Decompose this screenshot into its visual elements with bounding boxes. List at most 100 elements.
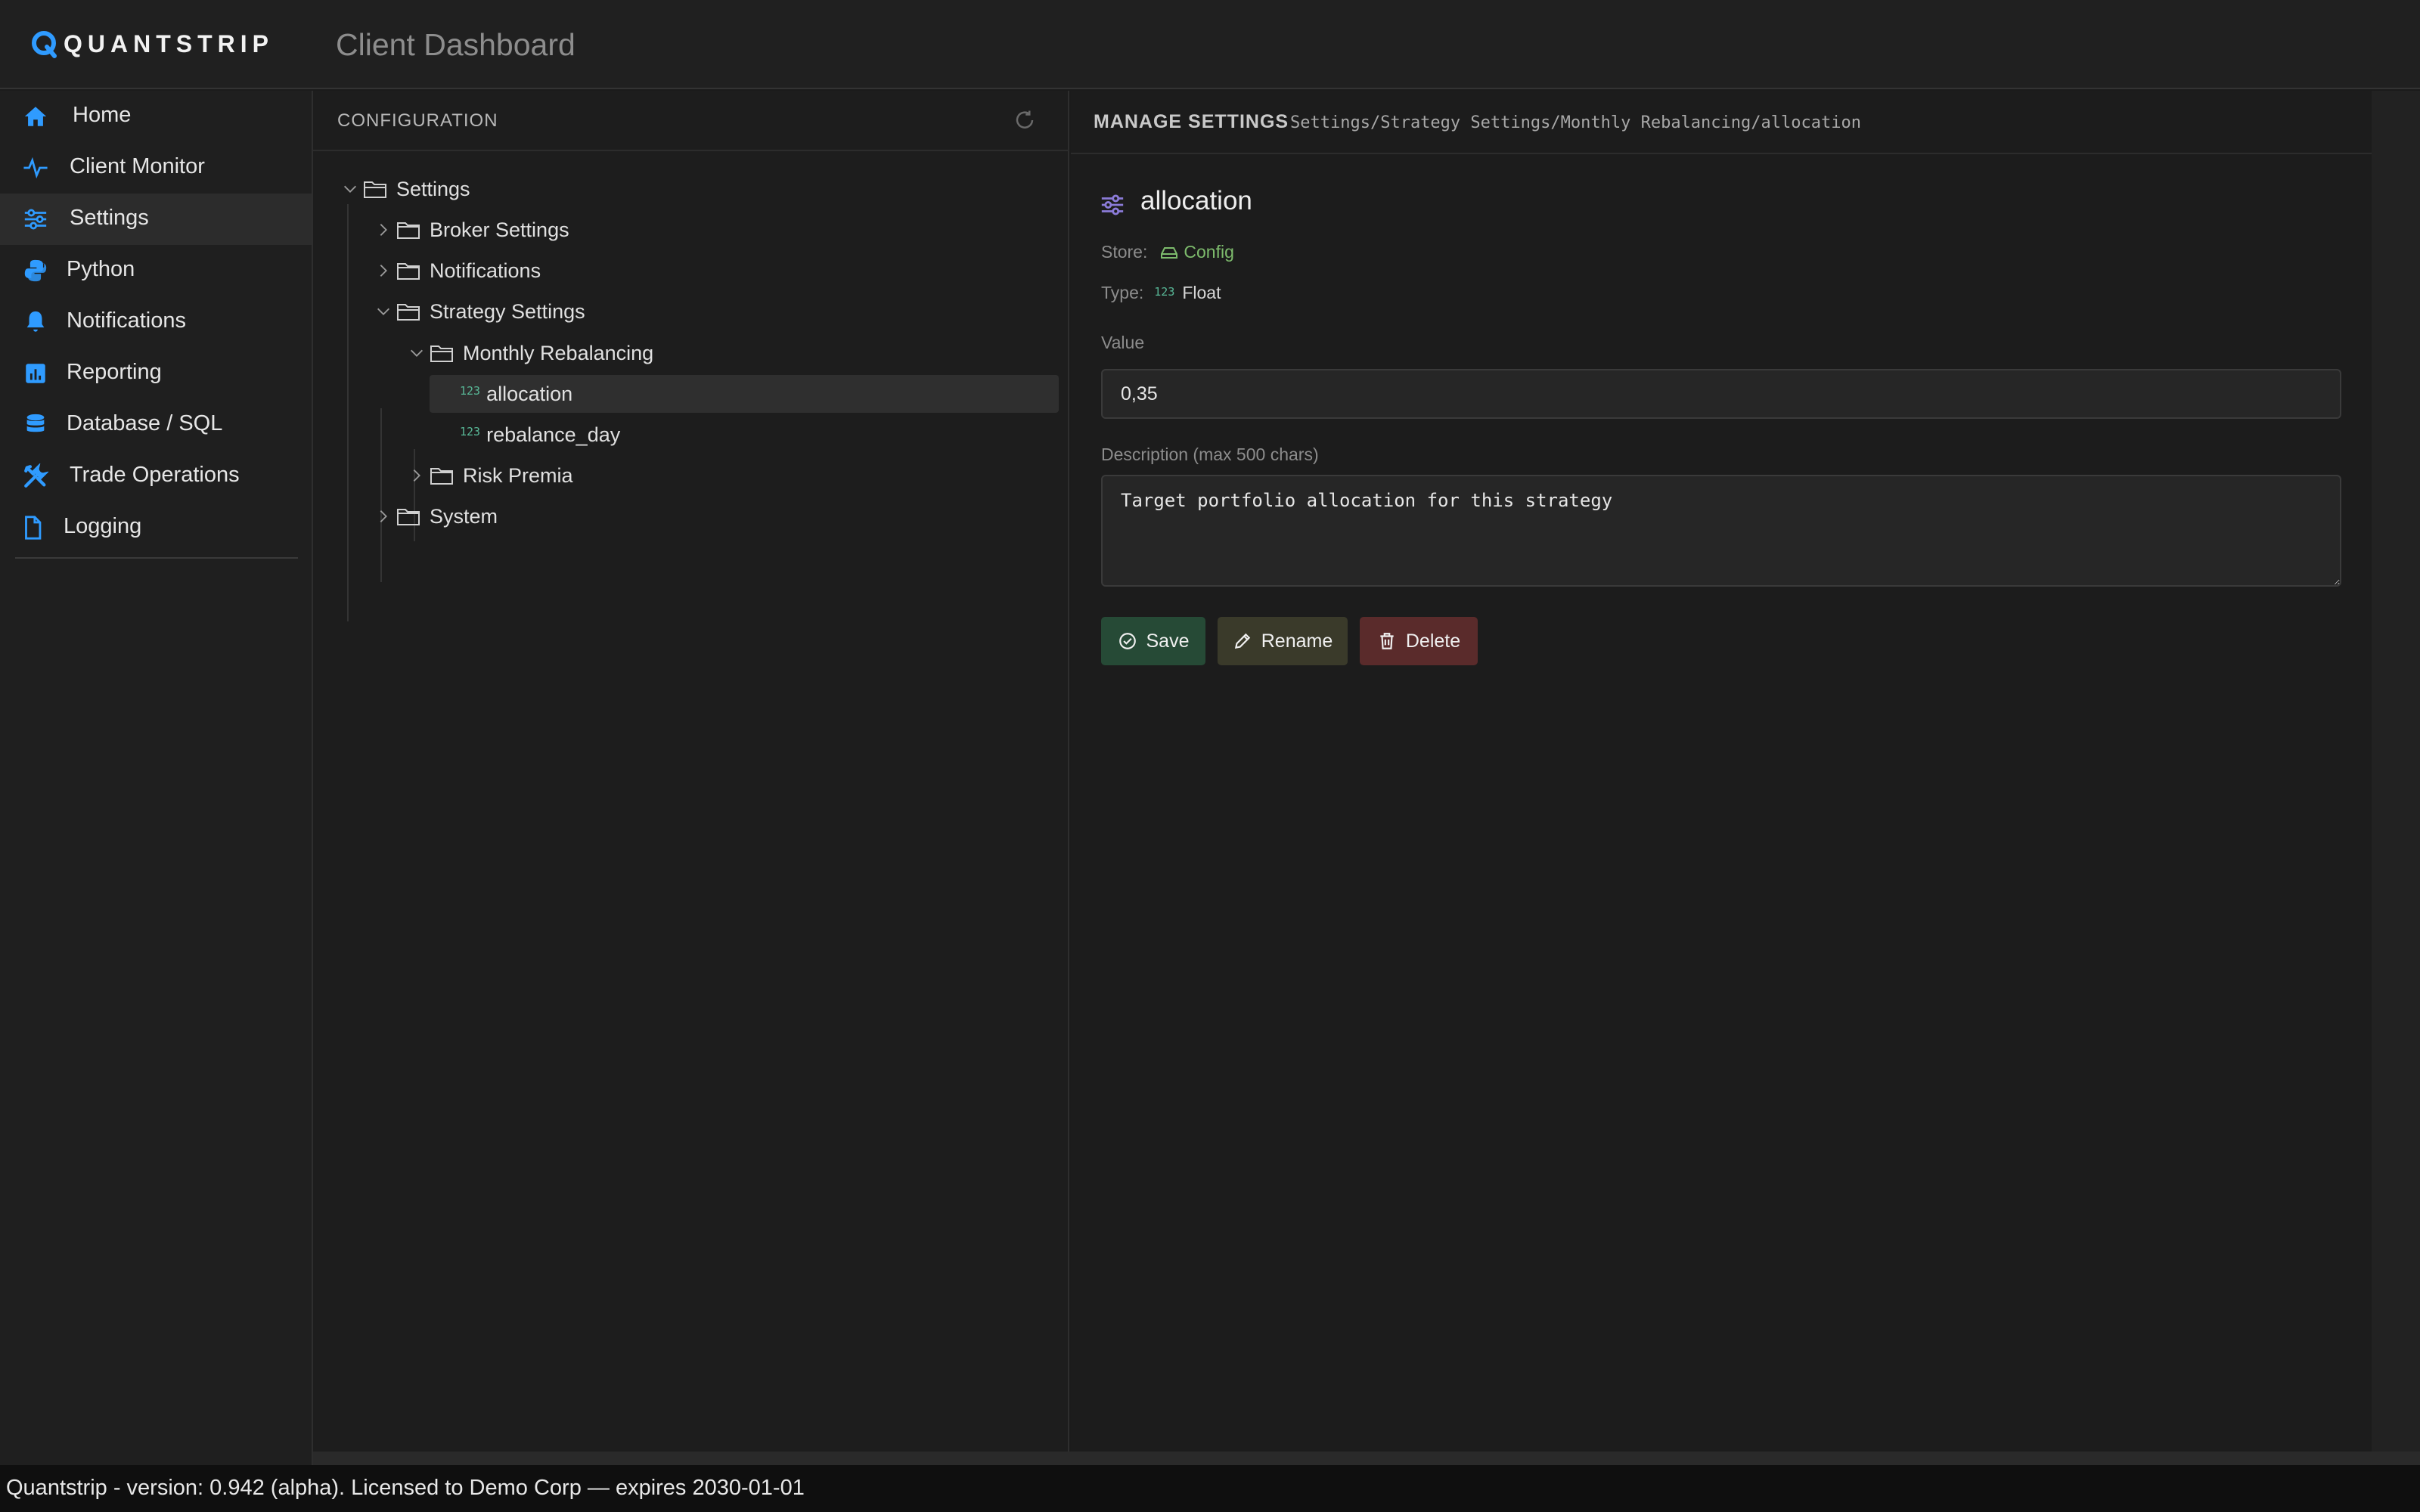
quantstrip-logo-icon: [32, 31, 57, 58]
folder-icon: [430, 468, 453, 485]
configuration-header: CONFIGURATION: [313, 91, 1069, 151]
page-title: Client Dashboard: [336, 27, 576, 62]
logo-text: QUANTSTRIP: [64, 29, 274, 57]
sidebar-item-python[interactable]: Python: [0, 245, 312, 296]
sidebar-item-label: Python: [67, 257, 135, 281]
save-button[interactable]: Save: [1101, 617, 1205, 665]
folder-icon: [397, 222, 420, 239]
tree-node-rebalance-day[interactable]: 123 rebalance_day: [430, 416, 1059, 454]
home-icon: [24, 107, 47, 126]
sidebar-item-label: Reporting: [67, 360, 162, 384]
folder-open-icon: [430, 345, 453, 362]
sidebar-item-label: Notifications: [67, 308, 186, 333]
type-value: Float: [1182, 283, 1221, 302]
type-row: Type: 123 Float: [1101, 283, 1221, 303]
tree-node-label: rebalance_day: [486, 423, 621, 446]
sidebar-item-label: Trade Operations: [70, 463, 240, 487]
number-type-icon: 123: [460, 384, 481, 398]
manage-settings-title: MANAGE SETTINGS: [1094, 111, 1289, 132]
horizontal-scrollbar[interactable]: [313, 1452, 2420, 1465]
tree-node-label: Settings: [396, 177, 470, 200]
sidebar-item-label: Database / SQL: [67, 411, 223, 435]
tree-node-monthly-rebalancing[interactable]: Monthly Rebalancing: [408, 334, 653, 372]
pencil-icon: [1234, 633, 1250, 649]
value-label: Value: [1101, 333, 1145, 352]
tree-node-label: Broker Settings: [430, 218, 569, 241]
number-type-icon: 123: [1154, 284, 1175, 299]
tree-node-label: allocation: [486, 382, 573, 405]
store-value: Config: [1184, 242, 1234, 262]
save-label: Save: [1146, 630, 1190, 652]
tree-guide-line: [380, 408, 382, 582]
sidebar-item-client-monitor[interactable]: Client Monitor: [0, 142, 312, 194]
sidebar-item-reporting[interactable]: Reporting: [0, 348, 312, 399]
sidebar-item-database[interactable]: Database / SQL: [0, 399, 312, 451]
sliders-icon: [24, 209, 47, 230]
sliders-icon: [1101, 194, 1124, 215]
sidebar: Home Client Monitor Settings Python Noti…: [0, 91, 313, 1465]
description-label: Description (max 500 chars): [1101, 445, 1319, 464]
rename-button[interactable]: Rename: [1218, 617, 1348, 665]
drive-icon: [1161, 246, 1178, 259]
folder-icon: [397, 263, 420, 280]
python-icon: [24, 259, 47, 282]
configuration-title: CONFIGURATION: [337, 110, 498, 131]
tree-node-broker-settings[interactable]: Broker Settings: [375, 211, 569, 249]
chevron-down-icon: [411, 349, 423, 357]
sidebar-item-logging[interactable]: Logging: [0, 502, 312, 553]
rename-label: Rename: [1261, 630, 1333, 652]
value-input[interactable]: [1101, 369, 2341, 419]
delete-label: Delete: [1405, 630, 1461, 652]
description-textarea[interactable]: Target portfolio allocation for this str…: [1101, 475, 2341, 587]
database-icon: [26, 414, 45, 432]
number-type-icon: 123: [460, 425, 481, 438]
store-row: Store: Config: [1101, 242, 1234, 262]
tree-node-label: System: [430, 504, 498, 528]
delete-button[interactable]: Delete: [1360, 617, 1478, 665]
pulse-icon: [23, 156, 48, 179]
sidebar-item-label: Logging: [64, 514, 142, 538]
status-bar: Quantstrip - version: 0.942 (alpha). Lic…: [0, 1465, 2420, 1512]
bell-icon: [26, 311, 45, 332]
tree-node-label: Monthly Rebalancing: [463, 341, 654, 364]
tree-node-risk-premia[interactable]: Risk Premia: [408, 457, 573, 494]
sidebar-item-settings[interactable]: Settings: [0, 194, 312, 245]
sidebar-item-label: Client Monitor: [70, 154, 205, 178]
chevron-down-icon: [344, 185, 356, 193]
folder-open-icon: [397, 304, 420, 321]
folder-open-icon: [364, 181, 386, 198]
chevron-right-icon: [380, 510, 387, 522]
sidebar-item-trade-operations[interactable]: Trade Operations: [0, 451, 312, 502]
manage-settings-header: MANAGE SETTINGS Settings/Strategy Settin…: [1071, 91, 2372, 154]
sidebar-item-label: Settings: [70, 206, 149, 230]
configuration-panel: CONFIGURATION Settings Broker Settings N…: [313, 91, 1069, 1452]
tools-icon: [24, 463, 48, 488]
sidebar-item-label: Home: [73, 103, 132, 127]
chevron-down-icon: [377, 308, 389, 315]
tree-node-system[interactable]: System: [375, 497, 498, 535]
chevron-right-icon: [413, 469, 420, 482]
tree-node-label: Notifications: [430, 259, 541, 282]
tree-node-label: Strategy Settings: [430, 299, 585, 323]
version-text: Quantstrip - version: 0.942 (alpha). Lic…: [6, 1476, 805, 1500]
chevron-right-icon: [380, 224, 387, 236]
sidebar-item-home[interactable]: Home: [0, 91, 312, 142]
tree-node-label: Risk Premia: [463, 463, 573, 487]
refresh-icon[interactable]: [1013, 109, 1036, 132]
chevron-right-icon: [380, 265, 387, 277]
tree-node-settings[interactable]: Settings: [342, 170, 470, 208]
tree-node-allocation[interactable]: 123 allocation: [430, 375, 1059, 413]
manage-settings-panel: MANAGE SETTINGS Settings/Strategy Settin…: [1071, 91, 2372, 1452]
tree-node-notifications[interactable]: Notifications: [375, 252, 541, 290]
sidebar-item-notifications[interactable]: Notifications: [0, 296, 312, 348]
chart-icon: [26, 364, 45, 383]
tree-guide-line: [347, 204, 349, 621]
logo[interactable]: QUANTSTRIP: [29, 29, 274, 59]
top-header: QUANTSTRIP Client Dashboard: [0, 0, 2420, 89]
tree-node-strategy-settings[interactable]: Strategy Settings: [375, 293, 585, 330]
folder-icon: [397, 509, 420, 525]
file-icon: [25, 516, 42, 540]
sidebar-divider: [15, 557, 298, 559]
vertical-scrollbar[interactable]: [2372, 91, 2420, 1452]
setting-name: allocation: [1140, 186, 1252, 215]
